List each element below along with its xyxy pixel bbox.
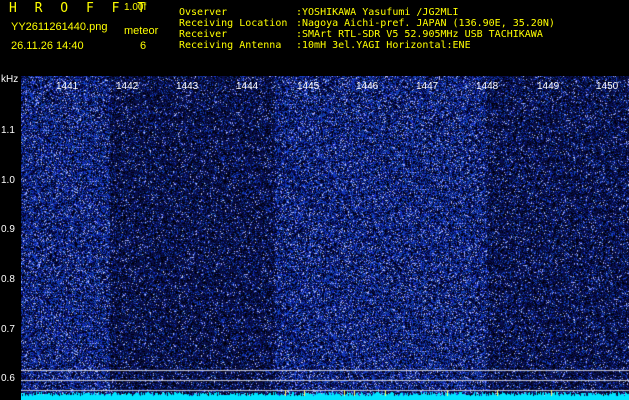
x-tick-label: 1443 (176, 81, 199, 92)
spectrogram-canvas (21, 76, 629, 400)
x-tick-label: 1445 (297, 81, 320, 92)
y-tick-label: 0.6 (1, 373, 15, 384)
info-value: :SMArt RTL-SDR V5 52.905MHz USB TACHIKAW… (296, 29, 543, 40)
x-tick-label: 1446 (356, 81, 379, 92)
capture-datetime: 26.11.26 14:40 (11, 40, 84, 52)
info-value: :YOSHIKAWA Yasufumi /JG2MLI (296, 7, 459, 18)
y-unit-label: kHz (1, 74, 19, 85)
x-tick-label: 1447 (416, 81, 439, 92)
y-tick-label: 0.7 (1, 324, 15, 335)
header-panel: H R O F F T 1.00f YY2611261440.png 26.11… (0, 0, 629, 76)
y-tick-label: 0.9 (1, 224, 15, 235)
antenna-info-line: Receiving Antenna :10mH 3el.YAGI Horizont… (179, 41, 471, 51)
location-info-line: Receiving Location :Nagoya Aichi-pref. JA… (179, 19, 555, 29)
x-tick-label: 1441 (56, 81, 79, 92)
info-value: :Nagoya Aichi-pref. JAPAN (136.90E, 35.2… (296, 18, 555, 29)
x-tick-label: 1448 (476, 81, 499, 92)
info-label: Receiving Location (179, 18, 288, 29)
info-label: Ovserver (179, 7, 228, 18)
image-filename: YY2611261440.png (11, 21, 108, 33)
y-tick-label: 1.0 (1, 175, 15, 186)
meteor-label: meteor (124, 25, 159, 37)
x-tick-label: 1450 (596, 81, 619, 92)
x-tick-label: 1442 (116, 81, 139, 92)
y-tick-label: 0.8 (1, 274, 15, 285)
x-tick-label: 1444 (236, 81, 259, 92)
receiver-info-line: Receiver :SMArt RTL-SDR V5 52.905MHz USB … (179, 30, 543, 40)
app-version: 1.00f (124, 2, 147, 13)
meteor-count: 6 (140, 40, 147, 52)
info-label: Receiving Antenna (179, 40, 282, 51)
info-value: :10mH 3el.YAGI Horizontal:ENE (296, 40, 471, 51)
info-label: Receiver (179, 29, 228, 40)
x-tick-label: 1449 (537, 81, 560, 92)
observer-info-line: Ovserver :YOSHIKAWA Yasufumi /JG2MLI (179, 8, 459, 18)
y-tick-label: 1.1 (1, 125, 15, 136)
